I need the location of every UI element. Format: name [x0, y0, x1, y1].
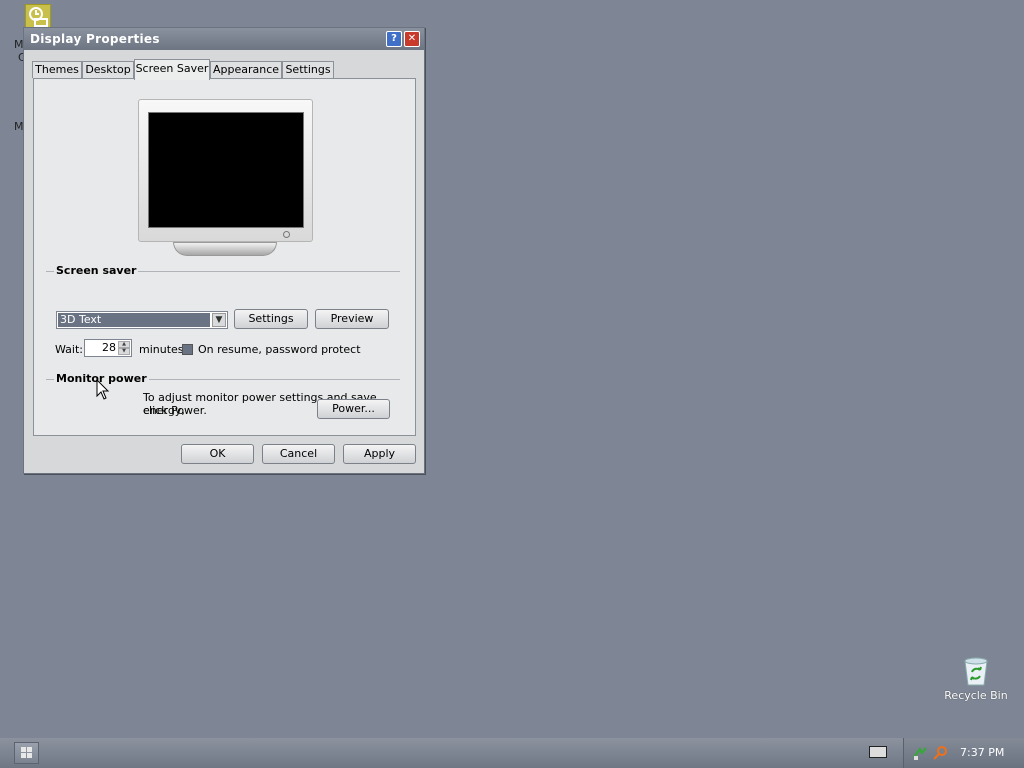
recycle-bin-label: Recycle Bin [944, 689, 1008, 702]
start-button[interactable] [14, 742, 39, 764]
display-properties-window: Display Properties ? ✕ Themes Desktop Sc… [23, 27, 425, 474]
monitor-stand [173, 242, 277, 256]
power-button[interactable]: Power... [317, 399, 390, 419]
chevron-down-icon[interactable]: ▼ [212, 313, 226, 327]
start-grid-icon [21, 747, 32, 758]
taskbar: 7:37 PM [0, 738, 1024, 768]
system-tray: 7:37 PM [903, 738, 1024, 768]
title-bar[interactable]: Display Properties ? ✕ [24, 28, 424, 50]
password-protect-checkbox[interactable] [182, 344, 193, 355]
screen-saver-panel: Screen saver 3D Text ▼ Settings Preview … [33, 78, 416, 436]
tab-desktop[interactable]: Desktop [82, 61, 134, 78]
window-title: Display Properties [30, 32, 160, 46]
monitor-preview [138, 99, 313, 242]
help-button[interactable]: ? [386, 31, 402, 47]
spin-down-icon[interactable]: ▼ [118, 348, 130, 355]
preview-screen [148, 112, 304, 228]
keyboard-icon[interactable] [869, 746, 887, 758]
screen-saver-group-label: Screen saver [54, 264, 139, 277]
search-icon[interactable] [932, 745, 948, 761]
spin-up-icon[interactable]: ▲ [118, 341, 130, 348]
mouse-pointer-icon [96, 379, 110, 400]
recycle-bin-icon [964, 657, 988, 686]
clock[interactable]: 7:37 PM [960, 746, 1004, 759]
screen-saver-select[interactable]: 3D Text ▼ [56, 311, 228, 329]
preview-button[interactable]: Preview [315, 309, 389, 329]
monitor-power-description-line2: click Power. [143, 404, 207, 417]
tab-themes[interactable]: Themes [32, 61, 82, 78]
apply-button[interactable]: Apply [343, 444, 416, 464]
password-protect-label[interactable]: On resume, password protect [198, 343, 361, 356]
wait-label: Wait: [55, 343, 83, 356]
network-icon[interactable] [912, 745, 928, 761]
monitor-power-led-icon [283, 231, 290, 238]
screen-saver-settings-button[interactable]: Settings [234, 309, 308, 329]
tab-appearance[interactable]: Appearance [210, 61, 282, 78]
screen-saver-selected: 3D Text [58, 313, 210, 327]
cancel-button[interactable]: Cancel [262, 444, 335, 464]
tab-settings[interactable]: Settings [282, 61, 334, 78]
minutes-label: minutes [139, 343, 184, 356]
tab-screen-saver[interactable]: Screen Saver [134, 59, 210, 80]
wait-minutes-stepper[interactable]: 28 ▲ ▼ [84, 339, 132, 357]
close-button[interactable]: ✕ [404, 31, 420, 47]
recycle-bin[interactable]: Recycle Bin [936, 655, 1016, 702]
wait-value[interactable]: 28 [102, 341, 116, 355]
ok-button[interactable]: OK [181, 444, 254, 464]
